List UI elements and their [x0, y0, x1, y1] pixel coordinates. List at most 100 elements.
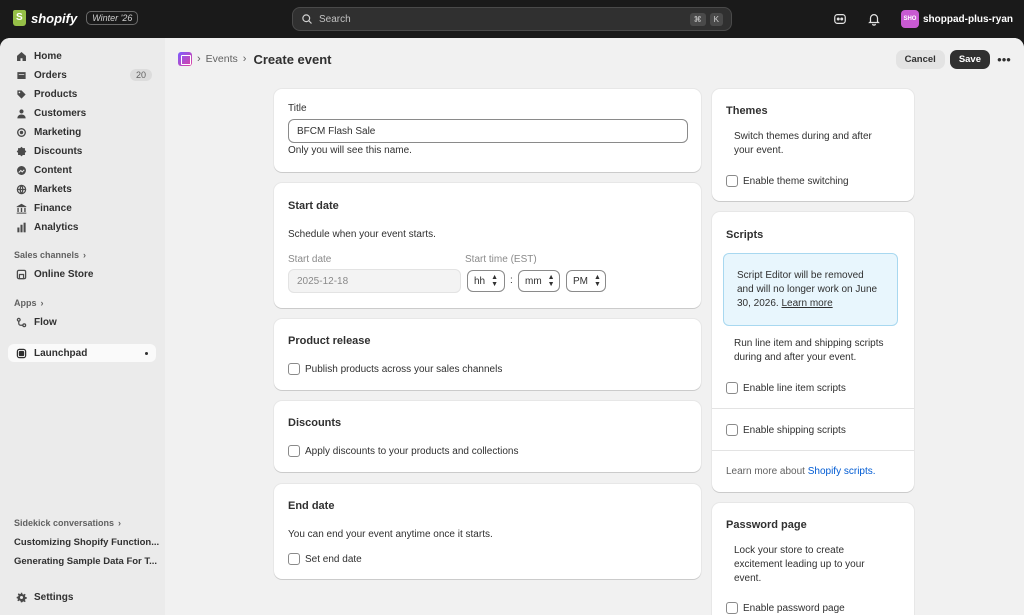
- meridiem-select[interactable]: PM ▲ ▼: [566, 270, 606, 292]
- tag-icon: [17, 89, 26, 99]
- end-date-title: End date: [288, 500, 335, 512]
- chevron-right-icon: ›: [242, 53, 247, 65]
- themes-title: Themes: [726, 105, 768, 117]
- shortcut-cmd-key: ⌘: [689, 12, 706, 26]
- themes-description-line-1: Switch themes during and after: [734, 131, 872, 142]
- main-content: › Events › Create event Cancel Save ••• …: [165, 38, 1024, 615]
- store-avatar[interactable]: SHO: [900, 10, 919, 28]
- sidebar-item-products[interactable]: Products: [8, 85, 156, 103]
- sales-channels-label: Sales channels: [14, 250, 80, 260]
- notice-line-2: and will no longer work on June: [737, 284, 878, 295]
- start-date-description: Schedule when your event starts.: [288, 229, 436, 240]
- apply-discounts-checkbox-row[interactable]: Apply discounts to your products and col…: [288, 445, 518, 457]
- shopify-scripts-link[interactable]: Shopify scripts.: [808, 466, 876, 477]
- sidebar-item-flow[interactable]: Flow: [8, 313, 156, 331]
- chevron-right-icon: ›: [118, 518, 122, 528]
- title-input[interactable]: BFCM Flash Sale: [288, 119, 688, 143]
- sales-channels-heading[interactable]: Sales channels ›: [14, 250, 86, 260]
- shipping-scripts-label: Enable shipping scripts: [743, 424, 846, 436]
- learn-more-link[interactable]: Learn more: [782, 298, 833, 309]
- notice-date-text: 30, 2026.: [737, 298, 779, 309]
- apps-heading[interactable]: Apps ›: [14, 298, 44, 308]
- chevron-right-icon: ›: [197, 53, 201, 65]
- page-title: Create event: [253, 51, 332, 67]
- line-item-scripts-checkbox[interactable]: [726, 382, 738, 394]
- globe-icon: [16, 184, 27, 194]
- set-end-date-checkbox-row[interactable]: Set end date: [288, 553, 362, 565]
- theme-switching-checkbox-row[interactable]: Enable theme switching: [726, 175, 849, 187]
- discounts-card: Discounts Apply discounts to your produc…: [274, 401, 701, 472]
- minute-value: mm: [525, 275, 542, 287]
- sidebar-item-label: Flow: [34, 316, 57, 328]
- brand-name: shopify: [31, 10, 78, 26]
- save-button[interactable]: Save: [949, 50, 990, 69]
- sidebar-item-marketing[interactable]: Marketing: [8, 123, 156, 141]
- notice-line-1: Script Editor will be removed: [737, 270, 864, 281]
- apply-discounts-checkbox[interactable]: [288, 445, 300, 457]
- start-date-card: Start date Schedule when your event star…: [274, 183, 701, 308]
- publish-products-checkbox-row[interactable]: Publish products across your sales chann…: [288, 363, 502, 375]
- line-item-scripts-checkbox-row[interactable]: Enable line item scripts: [726, 382, 846, 394]
- shipping-scripts-checkbox-row[interactable]: Enable shipping scripts: [726, 424, 846, 436]
- shipping-scripts-checkbox[interactable]: [726, 424, 738, 436]
- scripts-card: Scripts Script Editor will be removed an…: [712, 212, 914, 492]
- chevron-right-icon: ›: [40, 298, 44, 308]
- store-name[interactable]: shoppad-plus-ryan: [923, 14, 1013, 25]
- store-icon: [16, 269, 27, 279]
- home-icon: [17, 51, 26, 61]
- header-actions: Cancel Save •••: [895, 50, 1013, 69]
- more-actions-icon[interactable]: •••: [995, 51, 1013, 69]
- set-end-date-checkbox[interactable]: [288, 553, 300, 565]
- sidebar-item-online-store[interactable]: Online Store: [8, 265, 156, 283]
- hour-value: hh: [474, 275, 486, 287]
- sidekick-conversation-item[interactable]: Generating Sample Data For T...: [14, 556, 157, 567]
- password-page-checkbox[interactable]: [726, 602, 738, 614]
- product-release-card: Product release Publish products across …: [274, 319, 701, 390]
- password-page-label: Enable password page: [743, 602, 845, 614]
- search-input[interactable]: [319, 13, 686, 25]
- sidebar-item-markets[interactable]: Markets: [8, 180, 156, 198]
- set-end-date-label: Set end date: [305, 553, 362, 565]
- minute-select[interactable]: mm ▲ ▼: [518, 270, 560, 292]
- sidebar: Home Orders 20 Products Customers Market…: [0, 38, 165, 615]
- theme-switching-checkbox[interactable]: [726, 175, 738, 187]
- sidebar-item-orders[interactable]: Orders 20: [8, 66, 156, 84]
- sidebar-item-label: Orders: [34, 69, 67, 81]
- sidekick-icon[interactable]: [833, 12, 847, 26]
- discounts-title: Discounts: [288, 417, 342, 429]
- hour-select[interactable]: hh ▲ ▼: [467, 270, 505, 292]
- sidebar-item-analytics[interactable]: Analytics: [8, 218, 156, 236]
- bank-icon: [16, 203, 27, 214]
- start-date-input[interactable]: 2025-12-18: [288, 269, 461, 293]
- person-icon: [17, 108, 26, 118]
- password-page-checkbox-row[interactable]: Enable password page: [726, 602, 845, 614]
- start-date-label: Start date: [288, 254, 332, 265]
- sidebar-item-launchpad[interactable]: Launchpad: [8, 344, 156, 362]
- gear-icon: [16, 592, 27, 602]
- sidekick-conversation-item[interactable]: Customizing Shopify Function...: [14, 537, 159, 548]
- sidebar-item-finance[interactable]: Finance: [8, 199, 156, 217]
- sidebar-item-label: Home: [34, 50, 62, 62]
- end-date-card: End date You can end your event anytime …: [274, 484, 701, 579]
- search-bar[interactable]: ⌘ K: [292, 7, 732, 31]
- theme-switching-label: Enable theme switching: [743, 175, 849, 187]
- cancel-button[interactable]: Cancel: [895, 50, 945, 69]
- line-item-scripts-label: Enable line item scripts: [743, 382, 846, 394]
- sidebar-item-home[interactable]: Home: [8, 47, 156, 65]
- sidebar-item-discounts[interactable]: Discounts: [8, 142, 156, 160]
- breadcrumb-events-link[interactable]: Events: [206, 53, 238, 65]
- title-label: Title: [288, 103, 307, 114]
- pinned-dot: [145, 351, 148, 355]
- password-description-line-2: excitement leading up to your: [734, 559, 865, 570]
- launchpad-app-icon[interactable]: [178, 52, 192, 66]
- publish-products-checkbox[interactable]: [288, 363, 300, 375]
- bell-icon[interactable]: [867, 12, 881, 26]
- sidebar-item-settings[interactable]: Settings: [8, 588, 156, 606]
- content-icon: [17, 165, 26, 175]
- sidebar-item-content[interactable]: Content: [8, 161, 156, 179]
- sidebar-item-customers[interactable]: Customers: [8, 104, 156, 122]
- sidekick-conversations-heading[interactable]: Sidekick conversations ›: [14, 518, 121, 528]
- password-page-title: Password page: [726, 519, 807, 531]
- shopify-logo[interactable]: shopify Winter '26: [13, 10, 139, 26]
- sidebar-item-label: Analytics: [34, 221, 79, 233]
